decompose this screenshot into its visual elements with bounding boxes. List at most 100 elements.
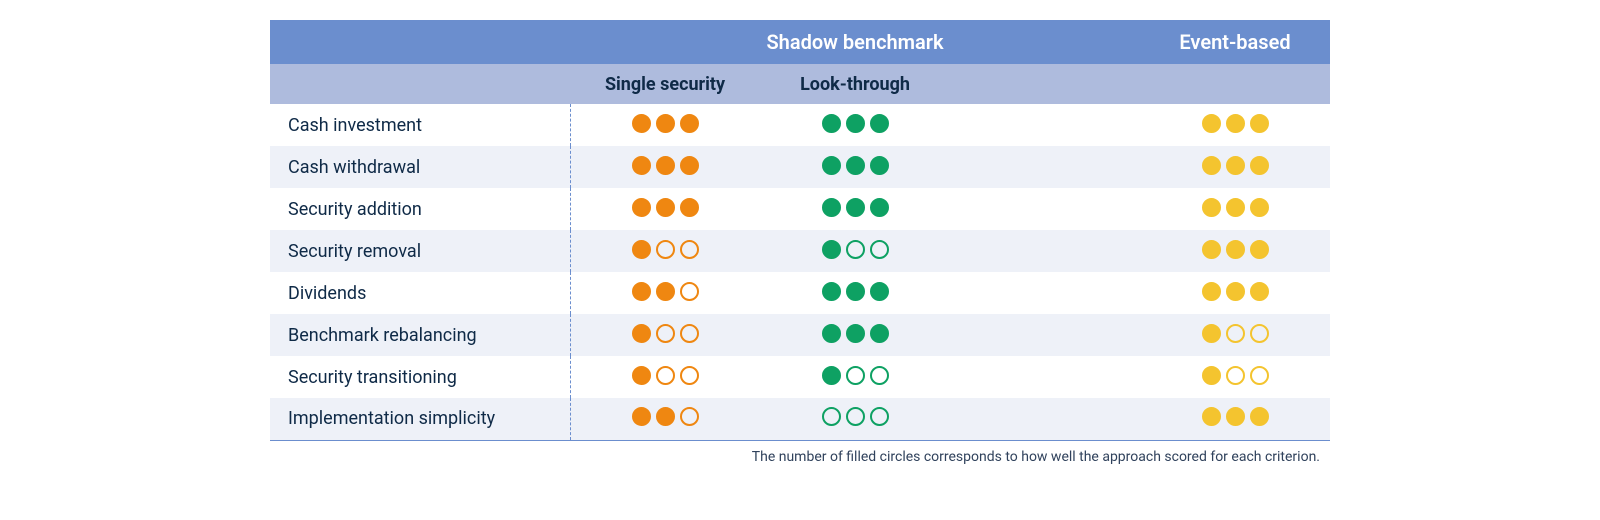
- score-cell: [570, 272, 760, 314]
- table-row: Cash withdrawal: [270, 146, 1330, 188]
- comparison-table: Shadow benchmark Event-based Single secu…: [270, 20, 1330, 441]
- dot-filled-icon: [1250, 240, 1269, 259]
- row-label: Security addition: [270, 188, 570, 230]
- score-cell: [570, 230, 760, 272]
- spacer-cell: [950, 104, 1140, 146]
- row-label: Implementation simplicity: [270, 398, 570, 440]
- dot-filled-icon: [822, 282, 841, 301]
- dot-empty-icon: [1250, 324, 1269, 343]
- header-shadow-benchmark: Shadow benchmark: [570, 20, 1140, 64]
- score-cell: [760, 314, 950, 356]
- dot-filled-icon: [632, 282, 651, 301]
- dot-filled-icon: [822, 366, 841, 385]
- dot-filled-icon: [846, 282, 865, 301]
- score-cell: [760, 356, 950, 398]
- spacer-cell: [950, 146, 1140, 188]
- dot-filled-icon: [1250, 198, 1269, 217]
- dot-filled-icon: [656, 156, 675, 175]
- dot-filled-icon: [1250, 114, 1269, 133]
- table-row: Security removal: [270, 230, 1330, 272]
- score-dots: [822, 198, 889, 217]
- score-dots: [1202, 366, 1269, 385]
- score-cell: [570, 188, 760, 230]
- score-dots: [822, 366, 889, 385]
- dot-filled-icon: [1226, 156, 1245, 175]
- dot-filled-icon: [822, 114, 841, 133]
- score-cell: [760, 230, 950, 272]
- dot-empty-icon: [1250, 366, 1269, 385]
- score-dots: [1202, 240, 1269, 259]
- score-cell: [760, 188, 950, 230]
- score-dots: [822, 240, 889, 259]
- score-dots: [1202, 282, 1269, 301]
- score-dots: [632, 407, 699, 426]
- dot-filled-icon: [632, 240, 651, 259]
- score-dots: [1202, 198, 1269, 217]
- table-row: Dividends: [270, 272, 1330, 314]
- dot-filled-icon: [632, 114, 651, 133]
- row-label: Benchmark rebalancing: [270, 314, 570, 356]
- score-dots: [822, 156, 889, 175]
- dot-filled-icon: [1250, 282, 1269, 301]
- spacer-cell: [950, 230, 1140, 272]
- score-cell: [760, 398, 950, 440]
- dot-filled-icon: [1202, 198, 1221, 217]
- table-row: Implementation simplicity: [270, 398, 1330, 440]
- score-cell: [1140, 230, 1330, 272]
- dot-filled-icon: [1250, 407, 1269, 426]
- dot-filled-icon: [680, 198, 699, 217]
- dot-filled-icon: [656, 282, 675, 301]
- dot-filled-icon: [846, 324, 865, 343]
- dot-filled-icon: [1202, 282, 1221, 301]
- header-event-based: Event-based: [1140, 20, 1330, 64]
- subheader-blank: [950, 64, 1330, 104]
- spacer-cell: [950, 314, 1140, 356]
- row-label: Cash investment: [270, 104, 570, 146]
- dot-empty-icon: [656, 240, 675, 259]
- header-blank-sub: [270, 64, 570, 104]
- dot-empty-icon: [870, 407, 889, 426]
- dot-filled-icon: [1226, 114, 1245, 133]
- dot-filled-icon: [656, 114, 675, 133]
- score-cell: [760, 272, 950, 314]
- score-dots: [632, 156, 699, 175]
- dot-empty-icon: [1226, 324, 1245, 343]
- score-dots: [632, 324, 699, 343]
- dot-filled-icon: [1226, 240, 1245, 259]
- header-row-top: Shadow benchmark Event-based: [270, 20, 1330, 64]
- row-label: Security transitioning: [270, 356, 570, 398]
- score-cell: [1140, 356, 1330, 398]
- score-cell: [760, 146, 950, 188]
- header-row-sub: Single security Look-through: [270, 64, 1330, 104]
- dot-filled-icon: [1202, 366, 1221, 385]
- dot-filled-icon: [656, 407, 675, 426]
- score-cell: [570, 104, 760, 146]
- dot-filled-icon: [680, 114, 699, 133]
- score-dots: [632, 114, 699, 133]
- score-dots: [822, 324, 889, 343]
- score-dots: [1202, 407, 1269, 426]
- score-cell: [1140, 398, 1330, 440]
- spacer-cell: [950, 188, 1140, 230]
- dot-filled-icon: [846, 114, 865, 133]
- table-row: Cash investment: [270, 104, 1330, 146]
- dot-filled-icon: [1202, 240, 1221, 259]
- dot-empty-icon: [656, 366, 675, 385]
- dot-filled-icon: [1202, 407, 1221, 426]
- footnote-text: The number of filled circles corresponds…: [270, 449, 1330, 465]
- spacer-cell: [950, 398, 1140, 440]
- dot-filled-icon: [822, 198, 841, 217]
- dot-filled-icon: [1226, 282, 1245, 301]
- dot-empty-icon: [680, 324, 699, 343]
- score-cell: [570, 314, 760, 356]
- dot-filled-icon: [1202, 156, 1221, 175]
- dot-filled-icon: [632, 198, 651, 217]
- dot-filled-icon: [1226, 407, 1245, 426]
- score-cell: [1140, 146, 1330, 188]
- spacer-cell: [950, 356, 1140, 398]
- dot-empty-icon: [846, 366, 865, 385]
- dot-empty-icon: [822, 407, 841, 426]
- score-dots: [822, 114, 889, 133]
- dot-filled-icon: [822, 156, 841, 175]
- dot-filled-icon: [846, 198, 865, 217]
